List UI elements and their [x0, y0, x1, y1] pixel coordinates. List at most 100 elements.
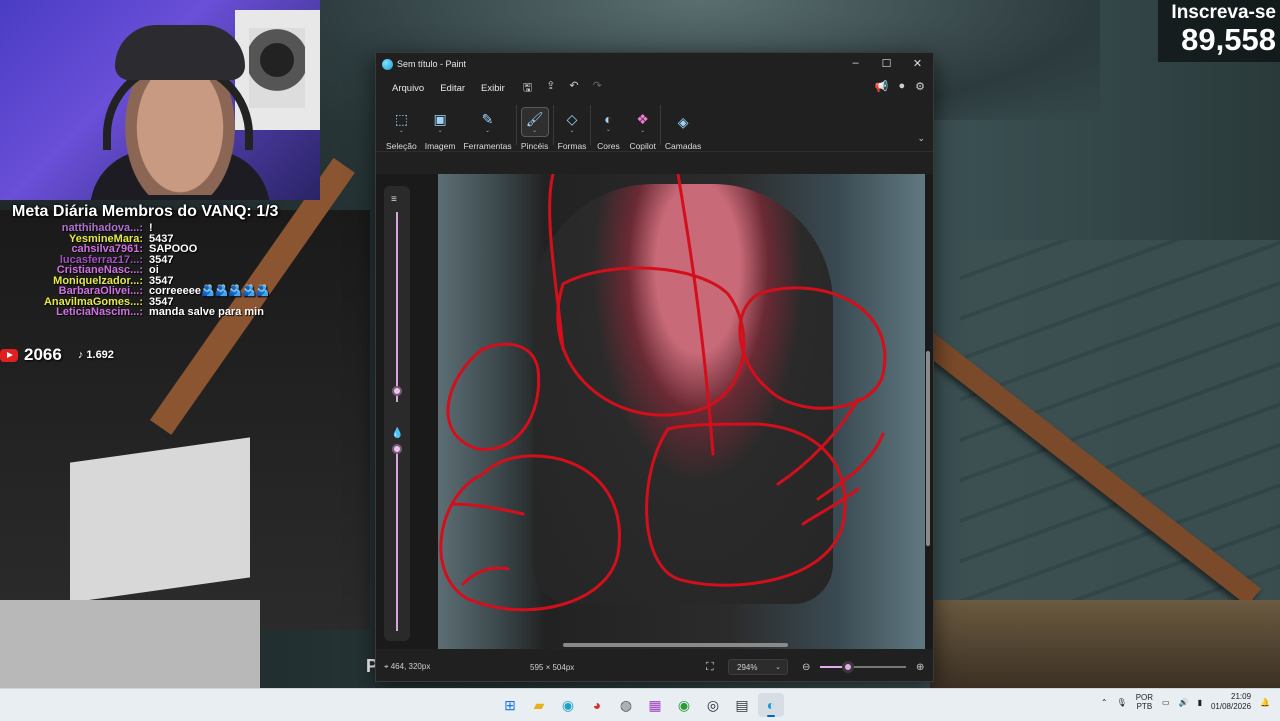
- fit-to-window-icon[interactable]: ⛶: [706, 661, 714, 674]
- language-indicator[interactable]: POR PTB: [1136, 693, 1153, 711]
- undo-icon[interactable]: ↶: [569, 79, 578, 98]
- webcam-feed: [0, 0, 320, 200]
- file-explorer-icon[interactable]: ▰: [526, 693, 552, 717]
- app-9-icon[interactable]: ▤: [729, 693, 755, 717]
- menu-exibir[interactable]: Exibir: [473, 83, 513, 94]
- cursor-position-value: 464, 320px: [390, 662, 431, 671]
- clock[interactable]: 21:09 01/08/2026: [1211, 692, 1251, 712]
- ribbon-copilot[interactable]: ❖ ⌄ Copilot: [625, 107, 659, 152]
- ribbon-imagem[interactable]: ▣ ⌄ Imagem: [421, 107, 460, 152]
- brush-sliders: ≡ 💧: [384, 186, 410, 641]
- zoom-value: 294%: [737, 662, 758, 672]
- steam-icon[interactable]: ◎: [700, 693, 726, 717]
- cursor-position: ⌖ 464, 320px: [384, 662, 431, 671]
- clock-time: 21:09: [1231, 692, 1252, 701]
- maximize-button[interactable]: ☐: [871, 53, 902, 73]
- notifications-icon[interactable]: 🔔: [1260, 698, 1270, 707]
- chat-text: SAPOOO: [149, 243, 198, 255]
- opacity-track[interactable]: [396, 446, 398, 631]
- chat-username: LeticiaNascim...:: [56, 307, 143, 318]
- ribbon-ferramentas[interactable]: ✎ ⌄ Ferramentas: [459, 107, 515, 152]
- zoom-out-icon[interactable]: ⊖: [802, 662, 810, 673]
- window-title: Sem título - Paint: [397, 59, 467, 69]
- chat-text: correeeee🫂🫂🫂🫂🫂: [149, 285, 270, 297]
- chat-username: Moniquelzador...:: [53, 275, 143, 286]
- chrome-icon[interactable]: ◕: [584, 693, 610, 717]
- chat-overlay: natthihadova...:! YesmineMara: 5437 cahsilv…: [0, 223, 320, 318]
- ribbon-label: Copilot: [629, 141, 656, 151]
- tray-overflow-chevron-icon[interactable]: ⌃: [1101, 698, 1108, 707]
- chat-message: LeticiaNascim...: manda salve para min: [0, 307, 320, 318]
- chat-text: oi: [149, 264, 159, 276]
- megaphone-icon[interactable]: 📢: [875, 80, 889, 93]
- share-icon[interactable]: ⇪: [546, 79, 555, 98]
- youtube-icon: [0, 348, 18, 362]
- brush-size-track[interactable]: [396, 212, 398, 402]
- paint-taskbar-icon[interactable]: ◐: [758, 693, 784, 717]
- menu-bar: Arquivo Editar Exibir 🖫 ⇪ ↶ ↷ 📢 ● ⚙: [376, 75, 933, 101]
- clock-date: 01/08/2026: [1210, 702, 1252, 711]
- chat-username: CristianeNasc...:: [56, 265, 143, 276]
- vertical-scroll-thumb[interactable]: [926, 351, 930, 546]
- menu-arquivo[interactable]: Arquivo: [384, 83, 432, 94]
- ribbon: ⬚ ⌄ Seleção ▣ ⌄ Imagem ✎ ⌄ Ferramentas 🖌 ⌄ P…: [376, 101, 933, 152]
- ribbon-formas[interactable]: ◇ ⌄ Formas: [554, 107, 591, 152]
- ribbon-label: Imagem: [424, 141, 456, 151]
- chat-username: BarbaraOlivei...:: [58, 286, 143, 297]
- edge-icon[interactable]: ◉: [555, 693, 581, 717]
- lang-top: POR: [1135, 693, 1154, 702]
- close-button[interactable]: ✕: [902, 53, 933, 73]
- chevron-down-icon: ⌄: [775, 664, 781, 671]
- horizontal-scrollbar[interactable]: [438, 641, 925, 649]
- chat-message: BarbaraOlivei...: correeeee🫂🫂🫂🫂🫂: [0, 286, 320, 297]
- app-6-icon[interactable]: ▦: [642, 693, 668, 717]
- scene-white-panel-2: [0, 600, 260, 688]
- redo-icon[interactable]: ↷: [593, 79, 602, 98]
- chat-username: cahsilva7961:: [71, 244, 143, 255]
- youtube-count: 2066: [24, 345, 62, 364]
- ribbon-label: Formas: [557, 141, 587, 151]
- chat-username: YesmineMara:: [69, 233, 143, 244]
- ribbon-pinceis[interactable]: 🖌 ⌄ Pincéis: [517, 107, 553, 151]
- chat-username: lucasferraz17...:: [59, 254, 143, 265]
- shapes-icon: ◇ ⌄: [566, 110, 578, 134]
- paint-app-icon: [382, 58, 393, 70]
- zoom-dropdown[interactable]: 294% ⌄: [728, 659, 788, 675]
- zoom-in-icon[interactable]: ⊕: [916, 662, 924, 673]
- lang-bottom: PTB: [1136, 702, 1153, 711]
- brush-size-thumb[interactable]: [392, 386, 402, 397]
- ribbon-cores[interactable]: ◐ ⌄ Cores: [591, 107, 625, 151]
- volume-icon[interactable]: 🔊: [1179, 698, 1189, 707]
- zoom-slider-knob[interactable]: [842, 661, 855, 673]
- horizontal-scroll-thumb[interactable]: [563, 643, 788, 647]
- system-tray: ⌃ 🎙 POR PTB ▭ 🔊 ▮ 21:09 01/08/2026 🔔: [1101, 692, 1270, 712]
- ribbon-label: Cores: [597, 141, 620, 151]
- app-7-icon[interactable]: ◉: [671, 693, 697, 717]
- minimize-button[interactable]: –: [840, 53, 871, 73]
- ribbon-selecao[interactable]: ⬚ ⌄ Seleção: [382, 107, 421, 152]
- tools-icon: ✎ ⌄: [481, 110, 494, 134]
- account-icon[interactable]: ●: [898, 80, 905, 93]
- menu-editar[interactable]: Editar: [432, 83, 473, 94]
- status-bar: ⌖ 464, 320px 595 × 504px ⛶ 294% ⌄ ⊖ ⊕: [376, 653, 933, 681]
- zoom-slider[interactable]: [820, 661, 906, 673]
- vertical-scrollbar[interactable]: [925, 176, 931, 646]
- network-icon[interactable]: ▭: [1162, 698, 1170, 707]
- title-bar[interactable]: Sem título - Paint – ☐ ✕: [376, 53, 933, 75]
- taskbar: ⊞ ▰ ◉ ◕ ◍ ▦ ◉ ◎ ▤ ◐ ⌃ 🎙 POR PTB ▭ 🔊 ▮ 21…: [0, 688, 1280, 721]
- windows-start-icon[interactable]: ⊞: [497, 693, 523, 717]
- app-5-icon[interactable]: ◍: [613, 693, 639, 717]
- ribbon-camadas[interactable]: ◈ Camadas: [661, 107, 705, 152]
- save-icon[interactable]: 🖫: [523, 79, 532, 98]
- settings-gear-icon[interactable]: ⚙: [915, 80, 925, 93]
- tiktok-count-value: 1.692: [86, 349, 114, 361]
- paint-window: Sem título - Paint – ☐ ✕ Arquivo Editar …: [375, 52, 934, 682]
- canvas-image[interactable]: [438, 174, 925, 649]
- selection-icon: ⬚ ⌄: [394, 110, 408, 134]
- title-right-icons: 📢 ● ⚙: [875, 80, 925, 93]
- battery-icon[interactable]: ▮: [1198, 698, 1202, 707]
- opacity-thumb[interactable]: [392, 444, 402, 454]
- layers-icon: ◈: [677, 113, 689, 130]
- ribbon-collapse-chevron-icon[interactable]: ⌄: [917, 133, 925, 144]
- microphone-icon[interactable]: 🎙: [1117, 698, 1127, 707]
